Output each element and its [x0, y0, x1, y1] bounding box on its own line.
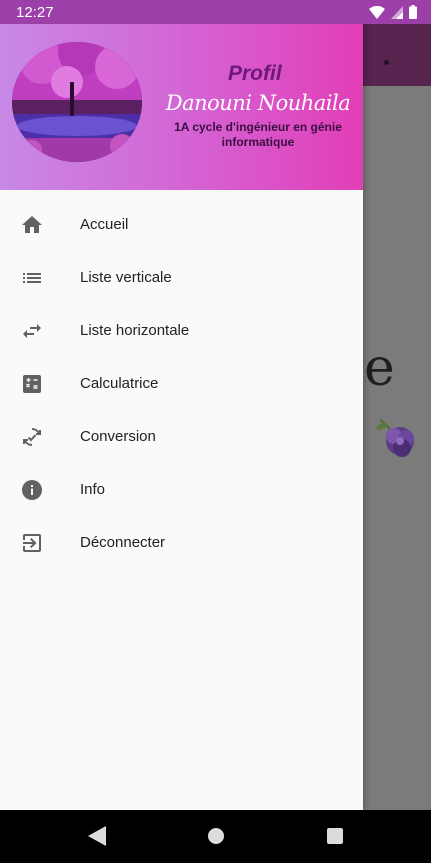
menu-item-label: Calculatrice: [80, 375, 159, 392]
wifi-icon: [369, 5, 385, 19]
menu-item-label: Liste horizontale: [80, 322, 190, 339]
menu-item-label: Accueil: [80, 216, 129, 233]
flower-image: [376, 419, 414, 457]
recents-button[interactable]: [327, 828, 343, 844]
status-icons: [369, 5, 417, 19]
list-icon: [23, 273, 41, 283]
menu-item-accueil[interactable]: Accueil: [0, 198, 363, 251]
back-icon[interactable]: [88, 826, 106, 846]
menu-item-liste-verticale[interactable]: Liste verticale: [0, 251, 363, 304]
background-text-fragment: e: [364, 338, 395, 398]
menu-item-liste-horizontale[interactable]: Liste horizontale: [0, 304, 363, 357]
profile-subtitle: 1A cycle d'ingénieur en génie informatiq…: [174, 120, 342, 149]
profile-name: Danouni Nouhaila: [165, 91, 351, 115]
calculator-icon: [23, 375, 41, 393]
navigation-drawer: Profil Danouni Nouhaila 1A cycle d'ingén…: [0, 24, 363, 810]
menu-item-label: Conversion: [80, 428, 156, 445]
menu-item-deconnecter[interactable]: Déconnecter: [0, 516, 363, 569]
status-time: 12:27: [16, 3, 54, 21]
status-bar: 12:27: [0, 0, 431, 24]
overflow-dot: [384, 60, 389, 65]
menu-item-conversion[interactable]: Conversion: [0, 410, 363, 463]
system-nav-bar: [0, 810, 431, 863]
menu-item-label: Info: [80, 481, 106, 498]
profile-title: Profil: [228, 62, 282, 85]
home-button[interactable]: [208, 828, 224, 844]
home-icon: [22, 216, 42, 233]
battery-icon: [409, 5, 417, 19]
sync-check-icon: [23, 428, 41, 446]
menu-item-label: Liste verticale: [80, 269, 172, 286]
menu-item-label: Déconnecter: [80, 534, 166, 551]
info-icon: [22, 480, 42, 500]
profile-avatar: [12, 42, 142, 162]
drawer-menu: Accueil Liste verticale Liste horizontal…: [0, 190, 363, 569]
menu-item-info[interactable]: Info: [0, 463, 363, 516]
signal-icon: [391, 5, 403, 19]
drawer-header: Profil Danouni Nouhaila 1A cycle d'ingén…: [0, 24, 363, 190]
logout-icon: [23, 534, 41, 552]
menu-item-calculatrice[interactable]: Calculatrice: [0, 357, 363, 410]
swap-horiz-icon: [23, 324, 41, 338]
